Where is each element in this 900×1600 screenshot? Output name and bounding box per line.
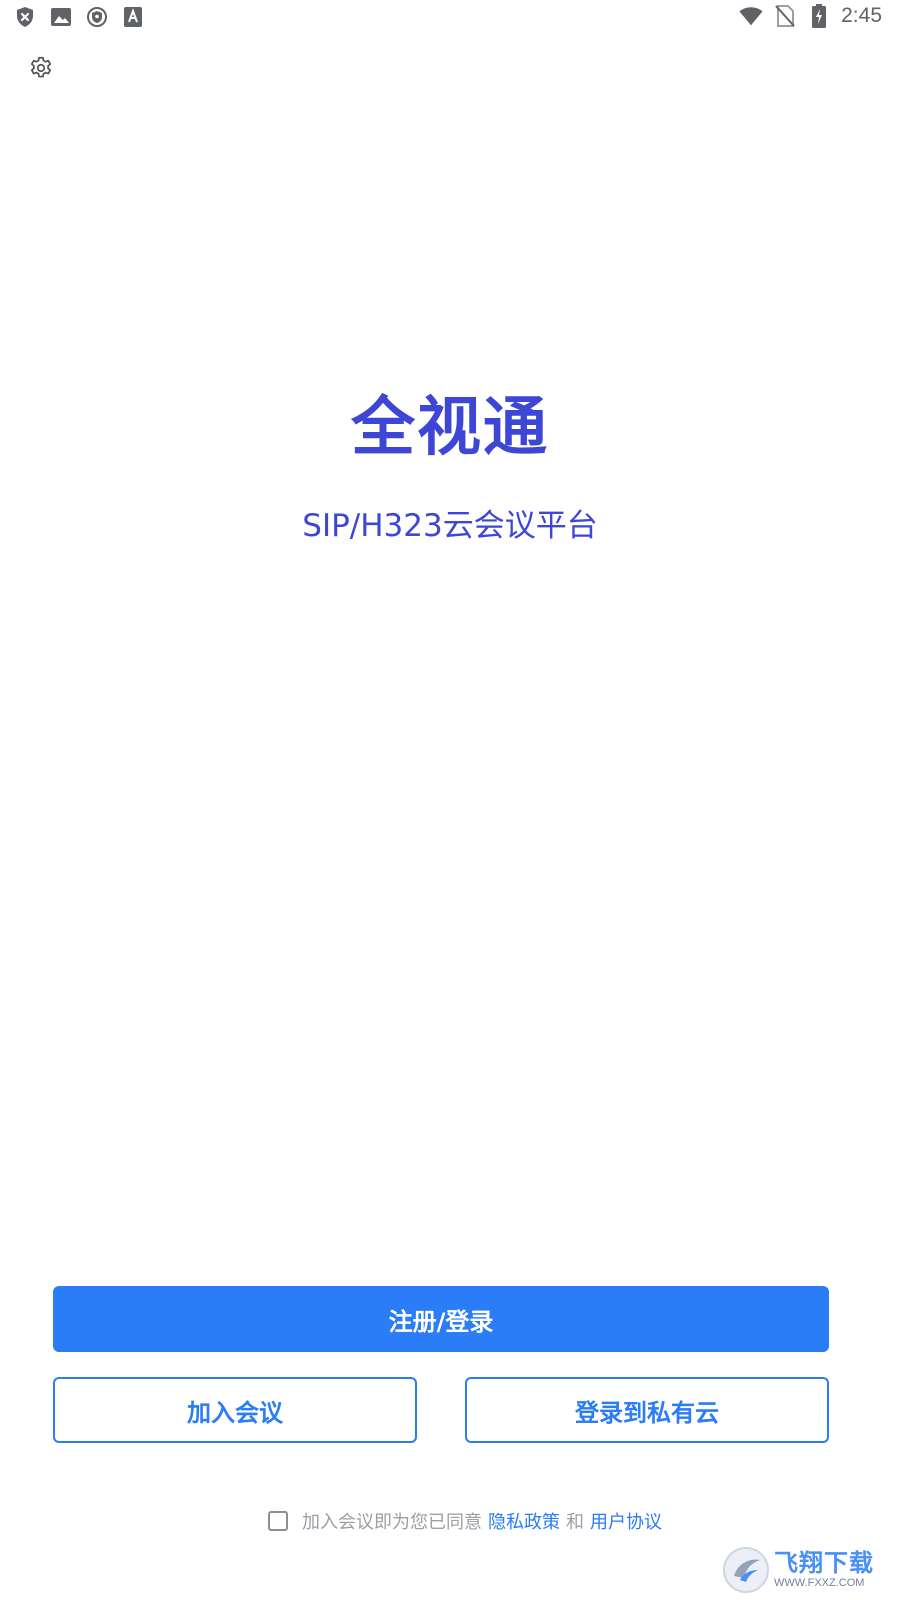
gear-icon xyxy=(30,56,52,78)
battery-charging-icon xyxy=(807,4,831,28)
agreement-checkbox[interactable] xyxy=(268,1511,288,1531)
settings-button[interactable] xyxy=(25,52,57,84)
join-meeting-button[interactable]: 加入会议 xyxy=(53,1377,417,1443)
user-agreement-link[interactable]: 用户协议 xyxy=(590,1508,662,1534)
wifi-icon xyxy=(739,4,763,28)
app-title: 全视通 xyxy=(351,391,549,465)
image-icon xyxy=(50,6,72,28)
font-a-icon xyxy=(122,6,144,28)
private-cloud-login-button[interactable]: 登录到私有云 xyxy=(465,1377,829,1443)
watermark-cn: 飞翔下载 xyxy=(774,1549,874,1577)
agreement-and: 和 xyxy=(566,1512,584,1533)
register-login-button[interactable]: 注册/登录 xyxy=(53,1286,829,1352)
clock: 2:45 xyxy=(841,4,882,27)
vpn-shield-icon xyxy=(86,6,108,28)
no-sim-icon xyxy=(773,4,797,28)
shield-x-icon xyxy=(14,6,36,28)
system-icons: 2:45 xyxy=(739,4,882,28)
app-subtitle: SIP/H323云会议平台 xyxy=(302,508,598,544)
privacy-policy-link[interactable]: 隐私政策 xyxy=(488,1508,560,1534)
notification-icons xyxy=(14,6,144,28)
watermark: 飞翔下载 WWW.FXXZ.COM xyxy=(722,1544,874,1596)
watermark-logo-icon xyxy=(723,1547,769,1593)
agreement-text: 加入会议即为您已同意 xyxy=(302,1512,482,1533)
status-bar: 2:45 xyxy=(0,0,900,36)
app-screen: 2:45 全视通 SIP/H323云会议平台 注册/登录 加入会议 登录到私有云… xyxy=(0,0,900,1600)
agreement-row: 加入会议即为您已同意 隐私政策 和 用户协议 xyxy=(268,1506,662,1536)
watermark-en: WWW.FXXZ.COM xyxy=(774,1577,865,1589)
